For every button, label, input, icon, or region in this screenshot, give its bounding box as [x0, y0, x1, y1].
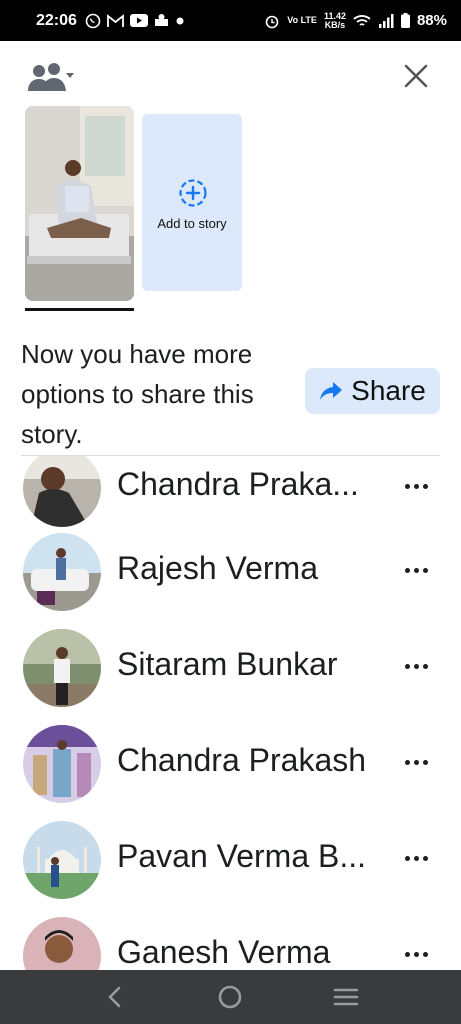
- add-to-story-button[interactable]: Add to story: [142, 114, 242, 291]
- avatar: [23, 533, 101, 611]
- wifi-icon: [353, 14, 371, 26]
- avatar: [23, 725, 101, 803]
- whatsapp-icon: [85, 13, 101, 28]
- close-icon[interactable]: [400, 60, 432, 92]
- system-navigation-bar: [0, 970, 461, 1024]
- friend-name: Rajesh Verma: [117, 550, 318, 586]
- status-time: 22:06: [36, 11, 77, 29]
- share-button[interactable]: Share: [305, 368, 440, 414]
- status-left-icons: [85, 13, 185, 29]
- share-message: Now you have more options to share this …: [21, 339, 254, 449]
- list-item[interactable]: Pavan Verma B...: [0, 816, 461, 912]
- story-photo: [25, 106, 134, 301]
- avatar: [23, 917, 101, 970]
- list-item[interactable]: Chandra Prakash: [0, 720, 461, 816]
- avatar: [23, 629, 101, 707]
- more-options-button[interactable]: [398, 750, 434, 774]
- add-to-story-label: Add to story: [157, 216, 227, 231]
- youtube-icon: [129, 14, 148, 27]
- status-right-icons: Vo LTE 11.42 KB/s 88%: [264, 11, 447, 30]
- list-item[interactable]: Ganesh Verma: [0, 912, 461, 970]
- share-arrow-icon: [320, 382, 343, 400]
- battery-percent: 88%: [416, 12, 447, 29]
- friend-name: Chandra Prakash: [117, 742, 367, 778]
- friends-icon[interactable]: [28, 63, 74, 93]
- back-icon[interactable]: [100, 982, 130, 1012]
- add-story-icon: [179, 179, 207, 207]
- status-bar: 22:06 Vo LTE 11.42 KB/s 88%: [0, 0, 461, 41]
- list-item[interactable]: Sitaram Bunkar: [0, 624, 461, 720]
- app-icon: [154, 14, 168, 26]
- signal-icon: [378, 13, 394, 28]
- avatar: [23, 821, 101, 899]
- network-speed: 11.42 KB/s: [324, 11, 346, 30]
- list-item[interactable]: Rajesh Verma: [0, 528, 461, 624]
- friend-name: Chandra Praka...: [117, 466, 359, 502]
- battery-icon: [400, 13, 410, 28]
- home-icon[interactable]: [215, 982, 245, 1012]
- avatar: [23, 456, 101, 527]
- story-thumbnail[interactable]: [25, 106, 134, 301]
- story-selected-indicator: [25, 308, 134, 311]
- gmail-icon: [107, 13, 124, 27]
- more-options-button[interactable]: [398, 654, 434, 678]
- friend-name: Ganesh Verma: [117, 934, 331, 970]
- volte-icon: Vo LTE: [287, 15, 317, 25]
- more-options-button[interactable]: [398, 474, 434, 498]
- friend-name: Pavan Verma B...: [117, 838, 367, 874]
- friends-list[interactable]: Chandra Praka... Rajesh Verma Sitaram Bu…: [0, 456, 461, 970]
- more-options-button[interactable]: [398, 846, 434, 870]
- menu-icon[interactable]: [331, 982, 361, 1012]
- dot-icon: [176, 17, 184, 24]
- alarm-icon: [265, 15, 279, 28]
- more-options-button[interactable]: [398, 942, 434, 966]
- share-button-label: Share: [351, 375, 426, 406]
- friend-name: Sitaram Bunkar: [117, 646, 338, 682]
- story-header: [0, 41, 461, 105]
- speed-unit: KB/s: [324, 19, 346, 30]
- more-options-button[interactable]: [398, 558, 434, 582]
